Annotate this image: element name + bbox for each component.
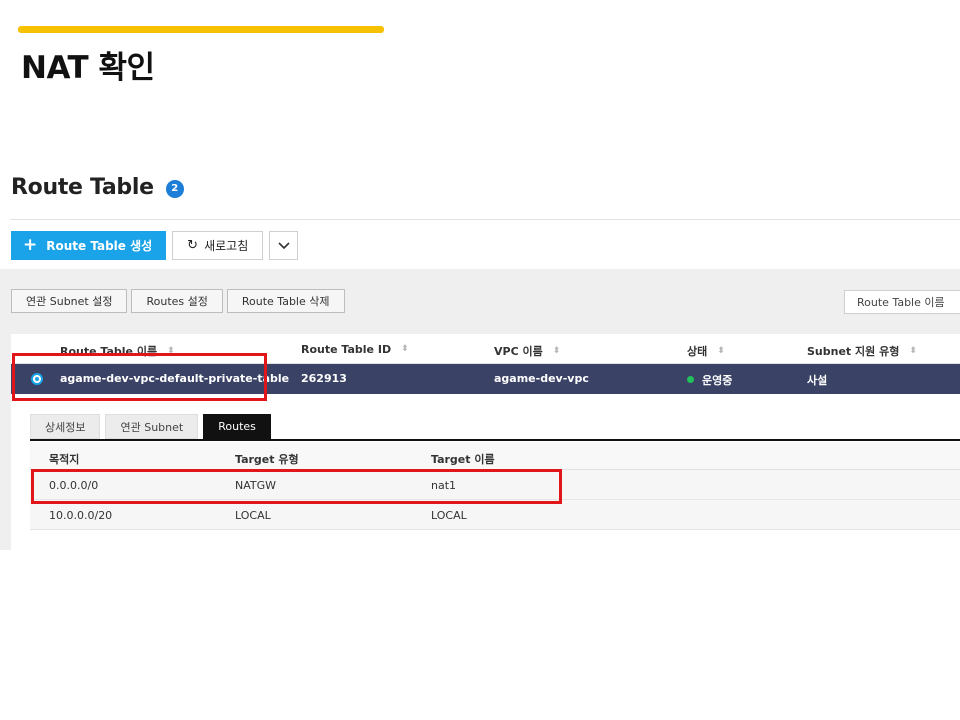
sort-icon: ⬍: [909, 345, 917, 356]
associate-subnet-button[interactable]: 연관 Subnet 설정: [11, 289, 128, 313]
column-header-name[interactable]: Route Table 이름 ⬍: [60, 343, 175, 359]
routes-settings-button[interactable]: Routes 설정: [131, 289, 223, 313]
row-radio-button[interactable]: [31, 373, 43, 385]
table-header: Route Table 이름 ⬍ Route Table ID ⬍ VPC 이름…: [11, 334, 960, 364]
column-header-subnet-type[interactable]: Subnet 지원 유형 ⬍: [807, 343, 917, 359]
accent-bar: [18, 26, 384, 33]
header-divider: [10, 219, 960, 220]
column-header-status[interactable]: 상태 ⬍: [687, 343, 725, 359]
column-header-vpc[interactable]: VPC 이름 ⬍: [494, 343, 560, 359]
route-target-type: LOCAL: [235, 509, 271, 522]
column-label: Route Table 이름: [60, 345, 158, 358]
cell-name: agame-dev-vpc-default-private-table: [60, 372, 290, 385]
route-target-type: NATGW: [235, 479, 277, 492]
routes-column-target-type: Target 유형: [235, 453, 299, 466]
routes-column-target-name: Target 이름: [431, 453, 495, 466]
action-buttons: 연관 Subnet 설정 Routes 설정 Route Table 삭제: [11, 289, 345, 313]
status-dot-icon: [687, 376, 694, 383]
list-panel: 연관 Subnet 설정 Routes 설정 Route Table 삭제 Ro…: [0, 269, 960, 550]
page-title: Route Table: [11, 175, 154, 200]
table-row-selected[interactable]: agame-dev-vpc-default-private-table 2629…: [11, 364, 960, 394]
search-field-label: Route Table 이름: [857, 296, 945, 309]
status-text: 운영중: [702, 374, 733, 387]
sort-icon: ⬍: [717, 345, 725, 356]
count-badge: 2: [165, 179, 184, 198]
column-header-id[interactable]: Route Table ID ⬍: [301, 343, 409, 356]
cell-subnet-type: 사설: [807, 374, 828, 387]
tab-routes[interactable]: Routes: [203, 414, 271, 439]
toolbar: + Route Table 생성 ↻ 새로고침: [11, 231, 299, 260]
sort-icon: ⬍: [401, 344, 409, 354]
detail-tabs: 상세정보 연관 Subnet Routes: [30, 414, 271, 439]
plus-icon: +: [23, 235, 38, 255]
route-target-name: nat1: [431, 479, 457, 492]
column-label: Subnet 지원 유형: [807, 345, 900, 358]
create-button-label: Route Table 생성: [46, 239, 153, 253]
routes-column-destination: 목적지: [49, 453, 80, 466]
column-label: 상태: [687, 345, 708, 358]
cell-id: 262913: [301, 372, 347, 385]
cell-vpc: agame-dev-vpc: [494, 372, 589, 385]
tab-details[interactable]: 상세정보: [30, 414, 101, 439]
page-header: Route Table 2: [11, 175, 184, 200]
route-destination: 10.0.0.0/20: [49, 509, 113, 522]
refresh-button[interactable]: ↻ 새로고침: [172, 231, 264, 260]
column-label: Route Table ID: [301, 343, 392, 356]
routes-row: 0.0.0.0/0 NATGW nat1: [30, 470, 960, 500]
sort-icon: ⬍: [552, 345, 561, 356]
delete-route-table-button[interactable]: Route Table 삭제: [226, 289, 345, 313]
cell-status: 운영중: [687, 372, 732, 388]
tabs-underline: [30, 439, 960, 441]
detail-panel: 상세정보 연관 Subnet Routes 목적지 Target 유형 Targ…: [11, 394, 960, 550]
routes-table-header: 목적지 Target 유형 Target 이름: [30, 442, 960, 470]
routes-row: 10.0.0.0/20 LOCAL LOCAL: [30, 500, 960, 530]
create-route-table-button[interactable]: + Route Table 생성: [11, 231, 167, 260]
route-target-name: LOCAL: [431, 509, 467, 522]
chevron-down-icon: [278, 241, 290, 249]
refresh-icon: ↻: [187, 238, 199, 253]
route-destination: 0.0.0.0/0: [49, 479, 99, 492]
sort-icon: ⬍: [167, 345, 175, 356]
search-field-select[interactable]: Route Table 이름: [844, 290, 960, 314]
column-label: VPC 이름: [494, 345, 543, 358]
tab-associated-subnet[interactable]: 연관 Subnet: [105, 414, 199, 439]
route-table-console: Route Table 2 + Route Table 생성 ↻ 새로고침 연관…: [0, 160, 960, 550]
slide-title: NAT 확인: [21, 50, 155, 86]
more-dropdown-button[interactable]: [269, 231, 299, 260]
refresh-button-label: 새로고침: [204, 239, 249, 253]
